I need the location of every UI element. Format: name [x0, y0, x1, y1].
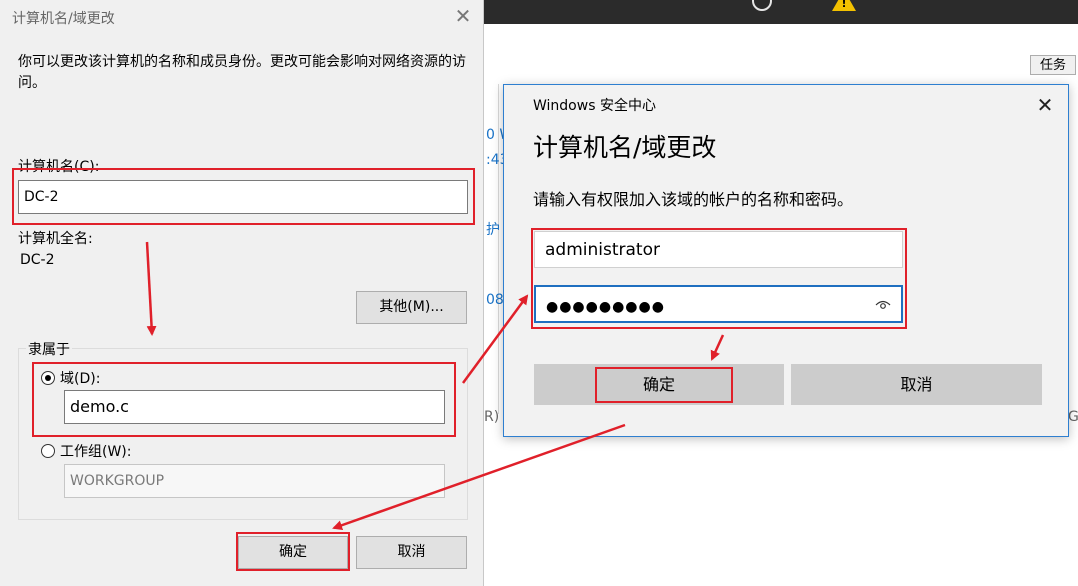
arrow-domain-to-credentials — [461, 294, 529, 384]
annotation-arrows — [145, 241, 725, 531]
arrow-name-to-domain — [145, 241, 157, 336]
arrow-credentials-to-ok — [710, 334, 725, 361]
arrow-ok-to-left-ok — [332, 423, 626, 531]
